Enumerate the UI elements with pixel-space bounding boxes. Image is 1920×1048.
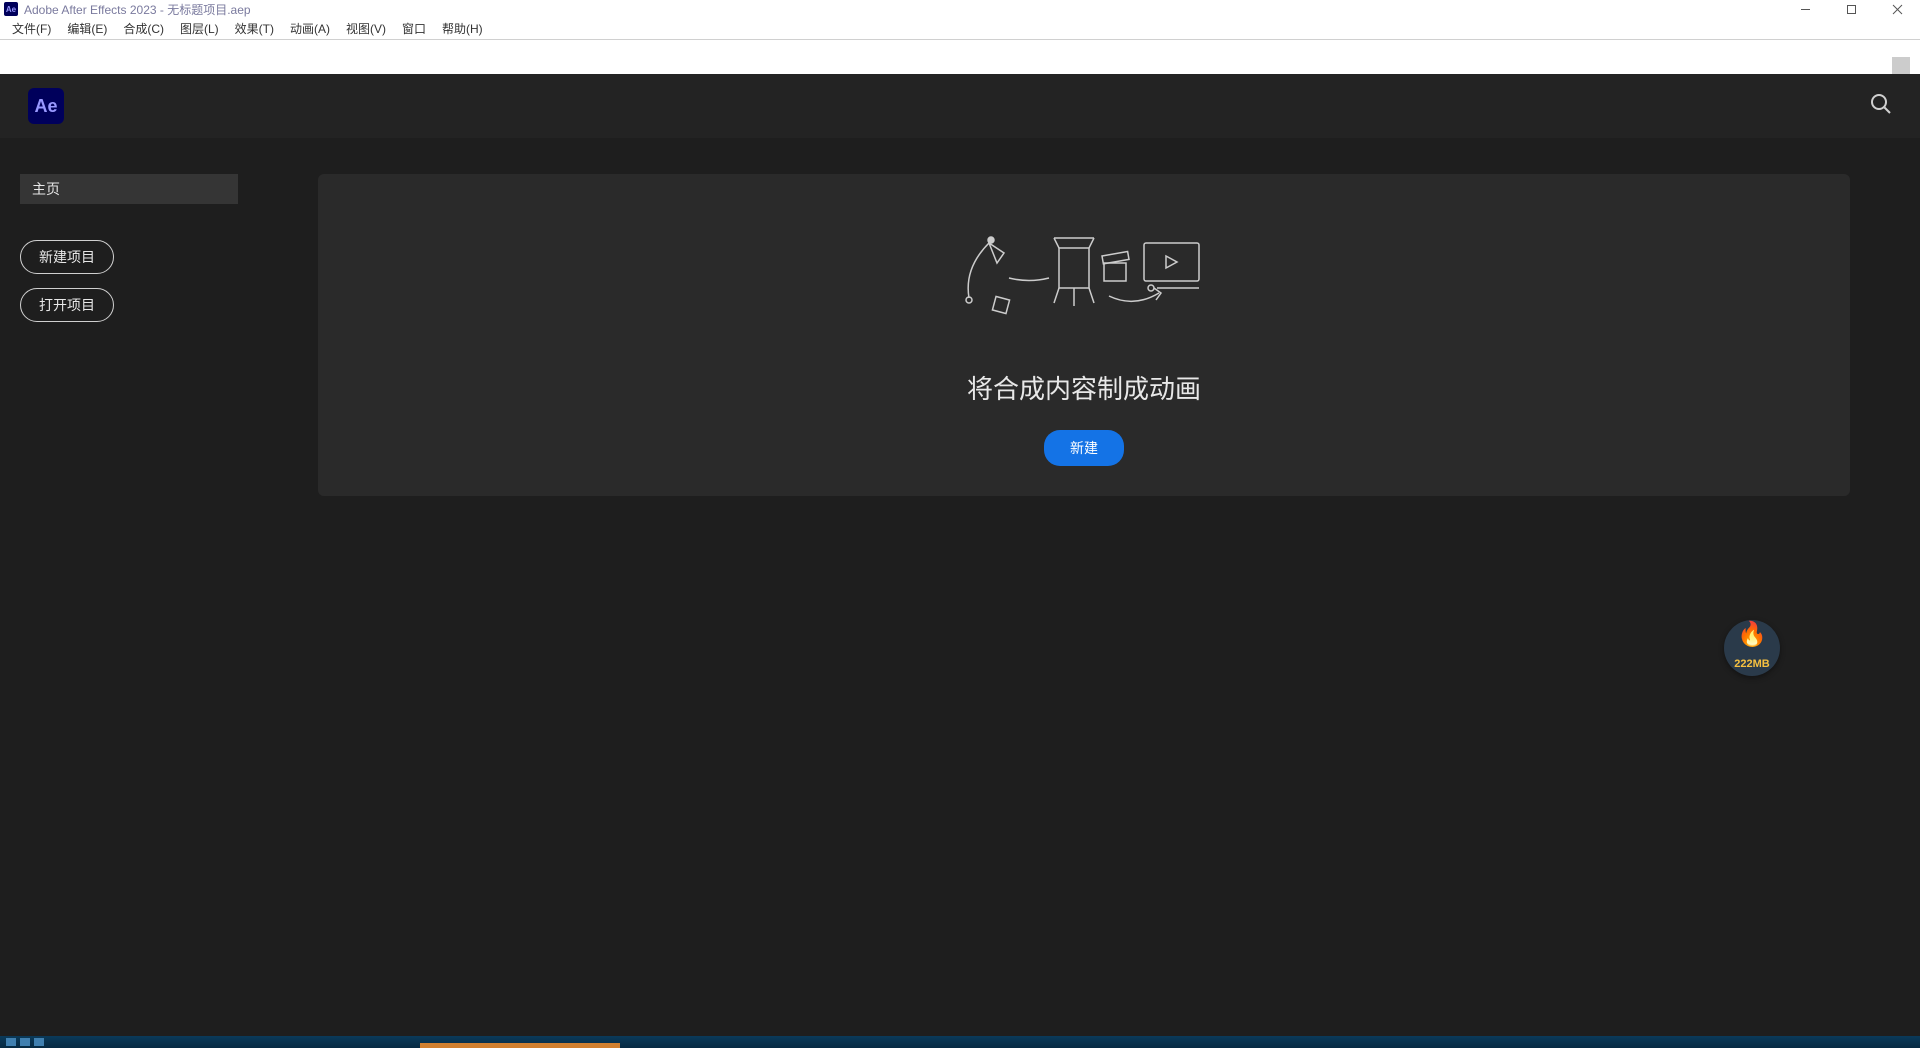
ae-logo: Ae bbox=[28, 88, 64, 124]
menu-file[interactable]: 文件(F) bbox=[4, 20, 59, 37]
task-icon[interactable] bbox=[6, 1038, 16, 1046]
search-icon[interactable] bbox=[1870, 93, 1892, 120]
taskbar-active-app[interactable] bbox=[420, 1043, 620, 1048]
new-composition-button[interactable]: 新建 bbox=[1044, 430, 1124, 466]
task-icon[interactable] bbox=[34, 1038, 44, 1046]
welcome-card: 将合成内容制成动画 新建 bbox=[318, 174, 1850, 496]
titlebar: Ae Adobe After Effects 2023 - 无标题项目.aep bbox=[0, 0, 1920, 18]
home-tab[interactable]: 主页 bbox=[20, 174, 238, 204]
welcome-heading: 将合成内容制成动画 bbox=[967, 369, 1201, 406]
flame-icon: 🔥 bbox=[1724, 620, 1780, 649]
open-project-button[interactable]: 打开项目 bbox=[20, 288, 114, 322]
app-header: Ae bbox=[0, 74, 1920, 138]
menu-animation[interactable]: 动画(A) bbox=[282, 20, 338, 37]
panel-tab[interactable] bbox=[1892, 57, 1910, 74]
sidebar: 主页 新建项目 打开项目 bbox=[0, 174, 318, 1048]
maximize-button[interactable] bbox=[1828, 0, 1874, 18]
memory-value: 222MB bbox=[1734, 658, 1769, 676]
task-icon[interactable] bbox=[20, 1038, 30, 1046]
new-project-button[interactable]: 新建项目 bbox=[20, 240, 114, 274]
menu-layer[interactable]: 图层(L) bbox=[172, 20, 227, 37]
content-area: 主页 新建项目 打开项目 bbox=[0, 138, 1920, 1048]
menu-edit[interactable]: 编辑(E) bbox=[59, 20, 115, 37]
main-panel: 将合成内容制成动画 新建 bbox=[318, 174, 1920, 1048]
menubar: 文件(F) 编辑(E) 合成(C) 图层(L) 效果(T) 动画(A) 视图(V… bbox=[0, 18, 1920, 40]
menu-view[interactable]: 视图(V) bbox=[338, 20, 394, 37]
close-button[interactable] bbox=[1874, 0, 1920, 18]
menu-window[interactable]: 窗口 bbox=[394, 20, 434, 37]
sidebar-buttons: 新建项目 打开项目 bbox=[20, 240, 318, 322]
menu-effect[interactable]: 效果(T) bbox=[227, 20, 282, 37]
minimize-button[interactable] bbox=[1782, 0, 1828, 18]
memory-widget[interactable]: 🔥 222MB bbox=[1724, 620, 1780, 676]
toolbar-spacer bbox=[0, 40, 1920, 74]
window-controls bbox=[1782, 0, 1920, 18]
app-icon: Ae bbox=[4, 2, 18, 16]
menu-composition[interactable]: 合成(C) bbox=[115, 20, 172, 37]
titlebar-text: Adobe After Effects 2023 - 无标题项目.aep bbox=[24, 1, 251, 18]
taskbar[interactable] bbox=[0, 1036, 1920, 1048]
menu-help[interactable]: 帮助(H) bbox=[434, 20, 491, 37]
welcome-illustration-icon bbox=[959, 228, 1209, 333]
taskbar-left bbox=[0, 1038, 44, 1046]
